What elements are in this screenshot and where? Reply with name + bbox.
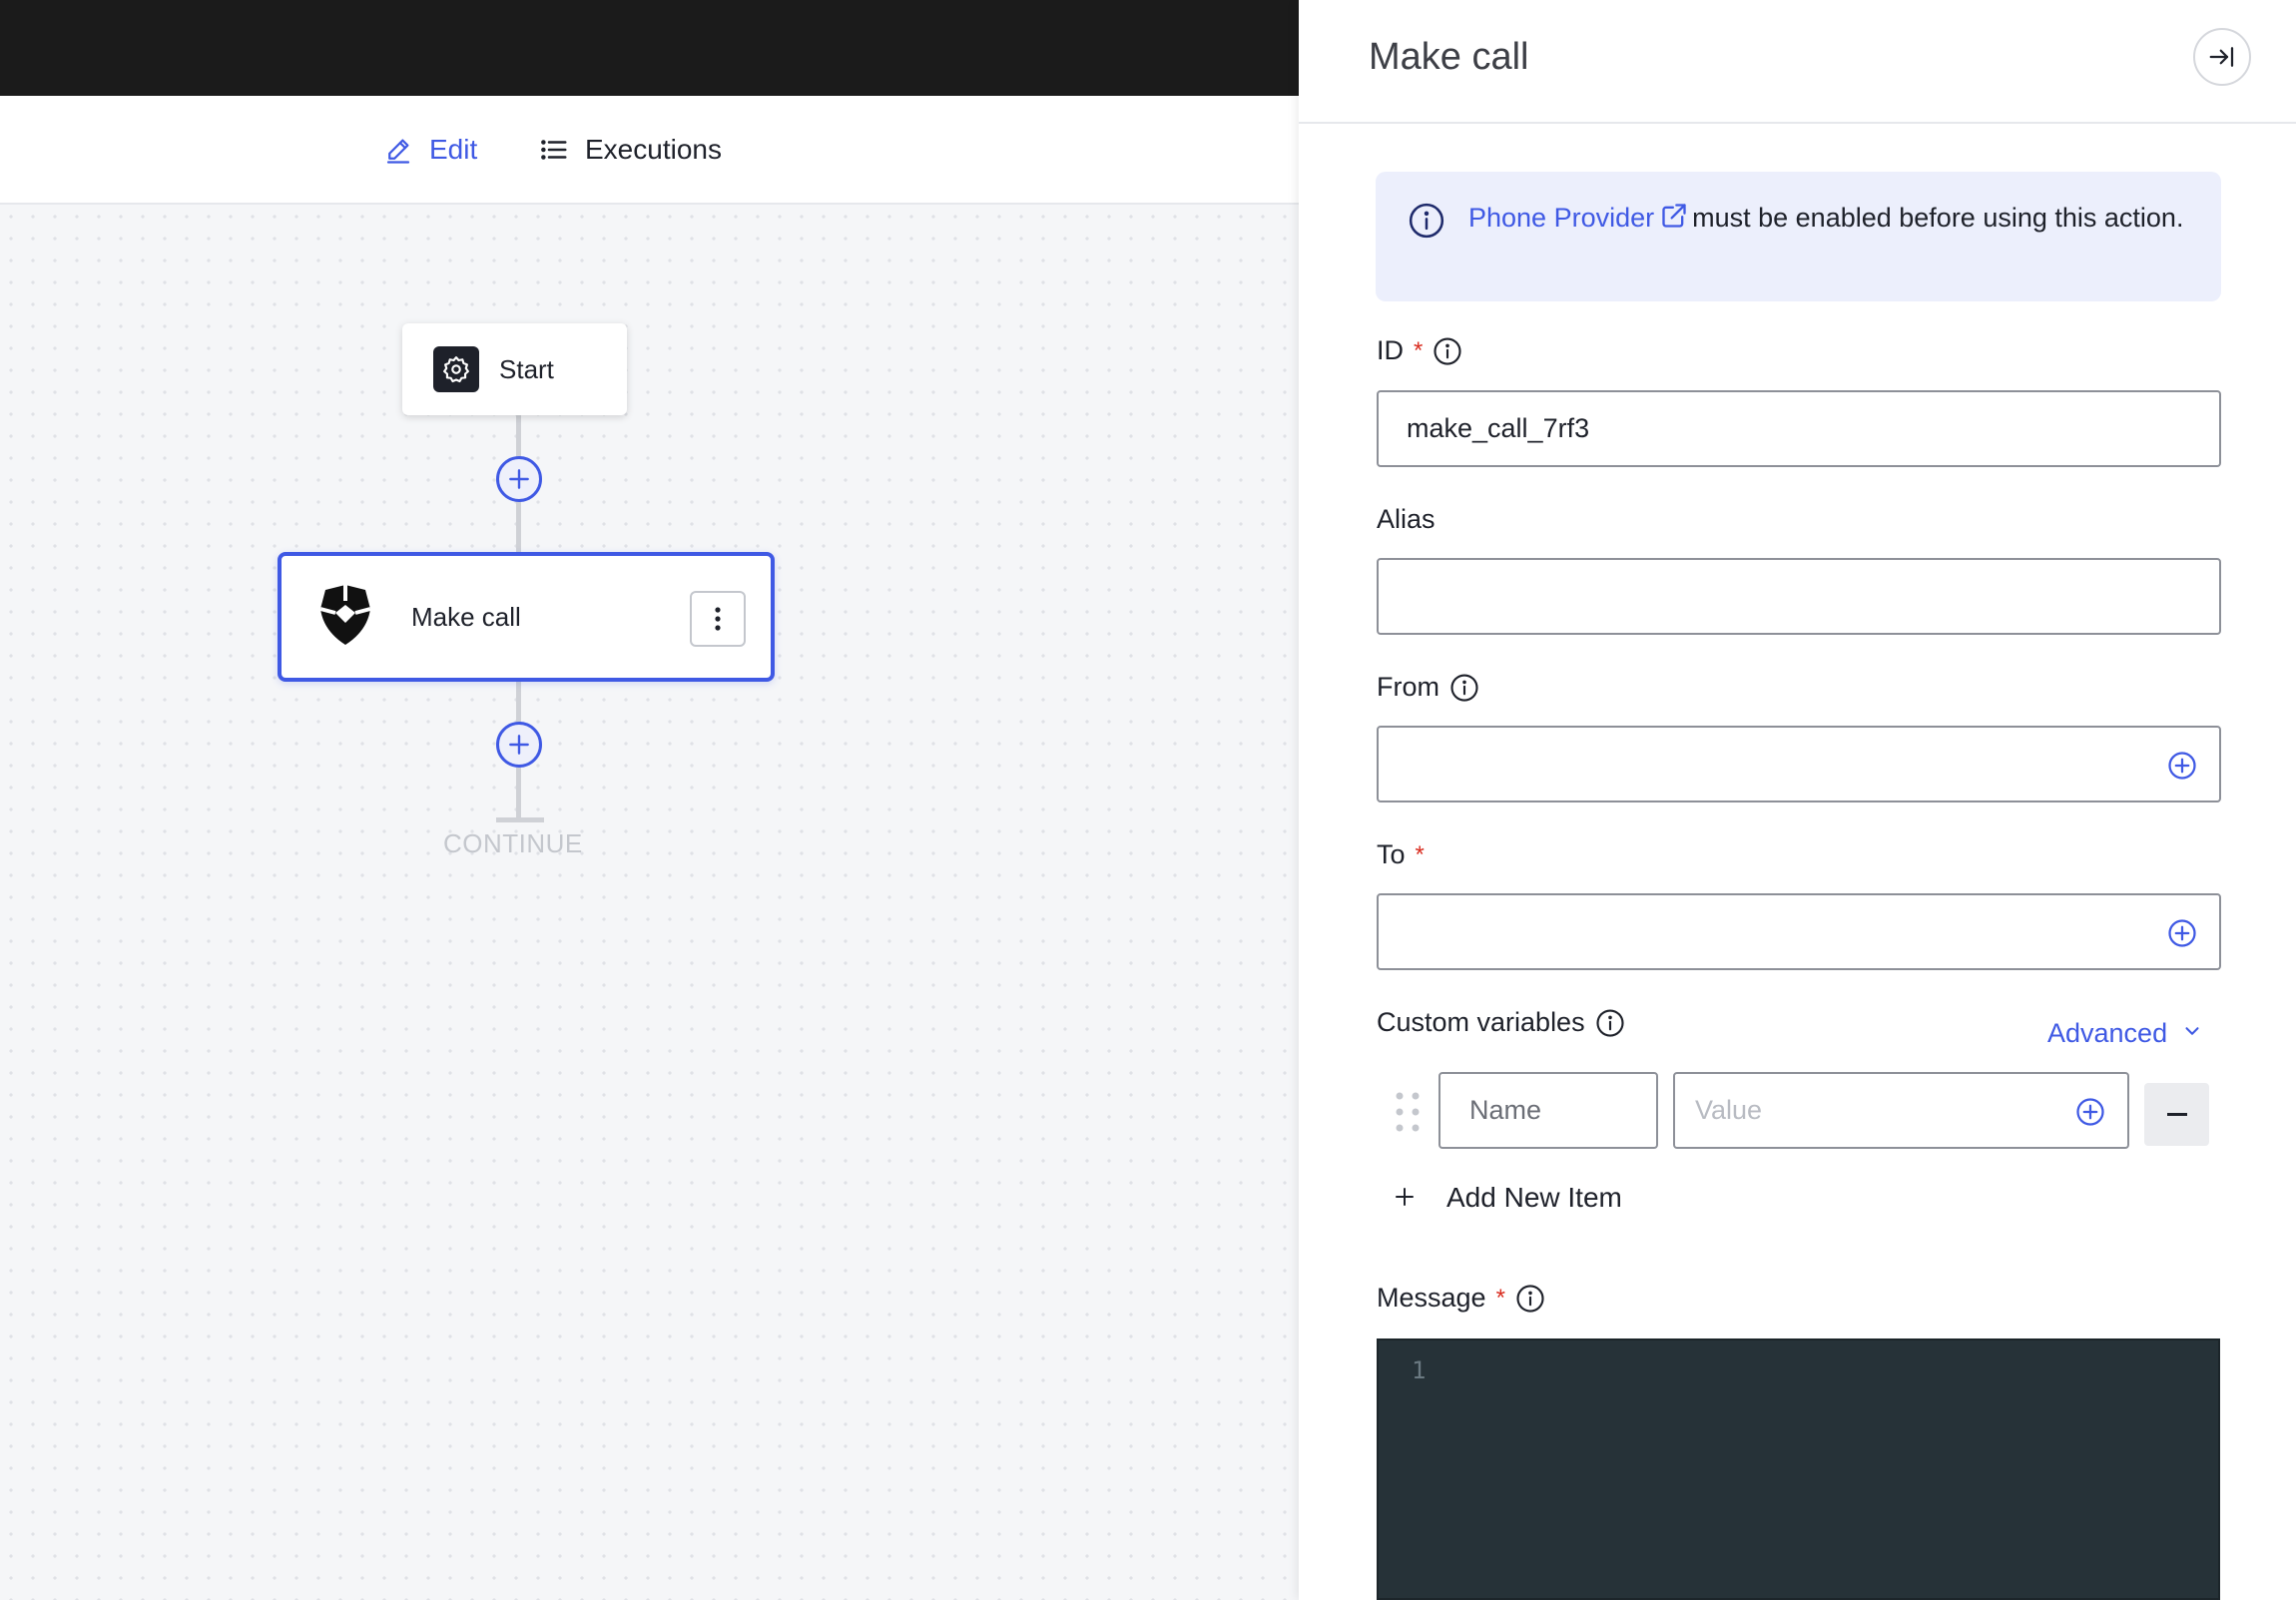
panel-header: Make call [1299,0,2296,124]
tab-edit-label: Edit [429,133,478,165]
variable-value-placeholder: Value [1695,1095,1763,1125]
required-marker: * [1495,1284,1505,1312]
id-label-row: ID * [1377,335,1462,366]
pencil-icon [383,135,413,165]
tab-executions[interactable]: Executions [539,96,722,203]
custom-variables-label-row: Custom variables [1377,1007,1625,1038]
plus-icon [509,469,529,489]
panel-title: Make call [1369,36,1529,78]
continue-label: CONTINUE [443,828,583,858]
variable-value-input[interactable]: Value [1673,1072,2129,1149]
message-label-row: Message * [1377,1283,1545,1314]
list-icon [539,135,569,165]
notice-text: must be enabled before using this action… [1692,203,2184,233]
to-field[interactable] [1377,893,2221,970]
kebab-icon [715,607,721,631]
plus-icon [509,735,529,755]
info-icon [1408,202,1445,245]
minus-icon [2166,1112,2187,1116]
info-notice: Phone Provider must be enabled before usi… [1376,172,2221,301]
action-config-panel: Make call Phone Provider must be enabled … [1299,0,2296,1600]
tab-executions-label: Executions [585,133,722,165]
chevron-down-icon [2181,1018,2203,1049]
flow-canvas[interactable] [0,206,1299,1600]
node-menu-button[interactable] [690,591,746,647]
insert-variable-icon[interactable] [2075,1097,2105,1134]
id-label: ID [1377,335,1404,365]
arrow-to-right-icon [2209,47,2234,67]
add-step-button[interactable] [496,456,542,502]
make-call-node-label: Make call [411,601,521,632]
flow-end-bar [496,817,544,822]
alias-field[interactable] [1377,558,2221,635]
variable-name-placeholder: Name [1469,1095,1542,1125]
plus-icon [1395,1181,1415,1215]
info-icon[interactable] [1449,673,1479,703]
required-marker: * [1415,840,1425,868]
top-bar [0,0,1299,96]
connector-line [516,502,521,554]
start-node[interactable]: Start [402,323,627,415]
phone-provider-link[interactable]: Phone Provider [1468,203,1654,233]
external-link-icon[interactable] [1660,200,1688,242]
required-marker: * [1414,336,1424,364]
tab-edit[interactable]: Edit [383,96,477,203]
add-new-item-label: Add New Item [1446,1182,1622,1213]
custom-variables-label: Custom variables [1377,1007,1585,1037]
start-node-label: Start [499,353,554,384]
connector-line [516,768,521,819]
to-label-row: To * [1377,839,1425,870]
alias-label-row: Alias [1377,504,1435,535]
info-icon[interactable] [1433,336,1462,366]
drag-handle-icon[interactable] [1394,1091,1422,1138]
gear-icon [433,346,479,392]
remove-item-button[interactable] [2144,1083,2209,1146]
from-field[interactable] [1377,726,2221,802]
line-number: 1 [1412,1356,1427,1384]
advanced-toggle[interactable]: Advanced [2047,1018,2203,1049]
add-new-item-button[interactable]: Add New Item [1395,1181,1622,1215]
add-step-button[interactable] [496,722,542,768]
message-label: Message [1377,1283,1486,1313]
from-label: From [1377,672,1439,702]
insert-variable-icon[interactable] [2167,751,2197,788]
insert-variable-icon[interactable] [2167,918,2197,955]
info-icon[interactable] [1515,1284,1545,1314]
collapse-panel-button[interactable] [2193,28,2251,86]
variable-name-input[interactable]: Name [1438,1072,1658,1149]
id-field-value: make_call_7rf3 [1407,413,1590,443]
id-field[interactable]: make_call_7rf3 [1377,390,2221,467]
to-label: To [1377,839,1406,869]
info-icon[interactable] [1595,1008,1625,1038]
from-label-row: From [1377,672,1479,703]
make-call-node[interactable]: Make call [278,552,775,682]
message-code-editor[interactable]: 1 [1377,1338,2220,1600]
alias-label: Alias [1377,504,1435,534]
sub-navigation: Edit Executions [0,96,1299,205]
shield-logo-icon [317,583,373,652]
advanced-label: Advanced [2047,1018,2168,1048]
